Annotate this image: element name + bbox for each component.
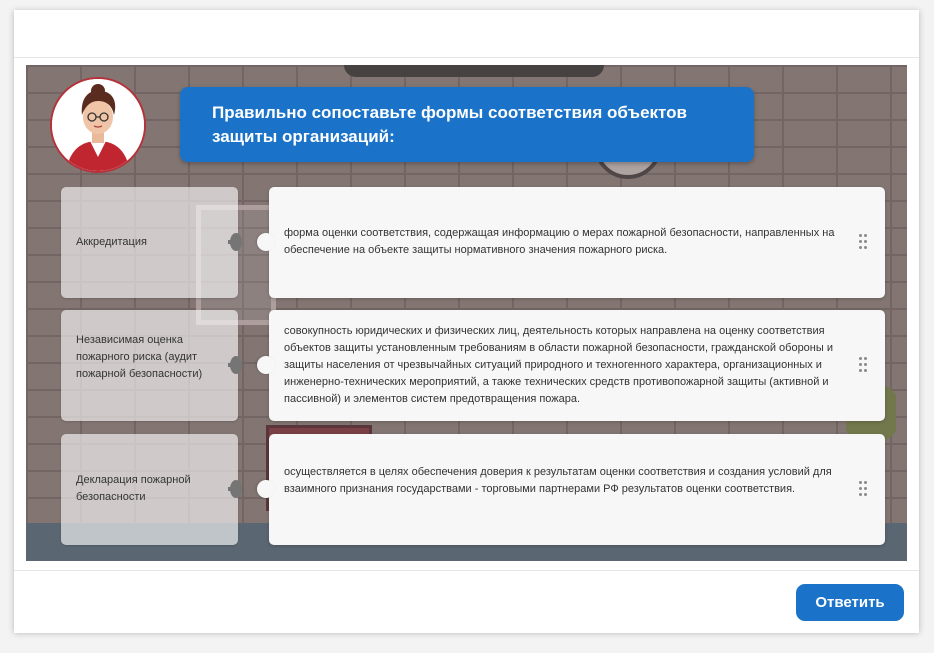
presenter-avatar-icon: [52, 79, 144, 171]
term-label: Независимая оценка пожарного риска (ауди…: [76, 334, 203, 380]
term-card-1[interactable]: Аккредитация: [61, 187, 242, 298]
definition-card-2[interactable]: совокупность юридических и физических ли…: [257, 310, 885, 421]
presenter-avatar: [50, 77, 146, 173]
definition-text: форма оценки соответствия, содержащая ин…: [284, 227, 835, 256]
term-card-3[interactable]: Декларация пожарной безопасности: [61, 434, 242, 545]
definition-text: осуществляется в целях обеспечения довер…: [284, 466, 832, 495]
connector-socket-icon: [257, 480, 275, 498]
question-title: Правильно сопоставьте формы соответствия…: [212, 103, 687, 146]
top-bar: [14, 10, 919, 58]
quiz-window: Правильно сопоставьте формы соответствия…: [14, 10, 919, 633]
term-card-2[interactable]: Независимая оценка пожарного риска (ауди…: [61, 310, 242, 421]
definition-card-1[interactable]: форма оценки соответствия, содержащая ин…: [257, 187, 885, 298]
definition-card-3[interactable]: осуществляется в целях обеспечения довер…: [257, 434, 885, 545]
connector-knob-icon[interactable]: [230, 356, 242, 374]
answer-button[interactable]: Ответить: [796, 584, 904, 621]
connector-knob-icon[interactable]: [230, 480, 242, 498]
connector-socket-icon: [257, 356, 275, 374]
connector-socket-icon: [257, 233, 275, 251]
question-title-box: Правильно сопоставьте формы соответствия…: [180, 87, 754, 162]
drag-handle-icon[interactable]: [859, 481, 867, 497]
term-label: Декларация пожарной безопасности: [76, 474, 191, 503]
term-label: Аккредитация: [76, 236, 147, 248]
drag-handle-icon[interactable]: [859, 234, 867, 250]
drag-handle-icon[interactable]: [859, 357, 867, 373]
definition-text: совокупность юридических и физических ли…: [284, 325, 833, 405]
quiz-stage: Правильно сопоставьте формы соответствия…: [26, 65, 907, 561]
connector-knob-icon[interactable]: [230, 233, 242, 251]
footer-bar: Ответить: [14, 570, 919, 633]
